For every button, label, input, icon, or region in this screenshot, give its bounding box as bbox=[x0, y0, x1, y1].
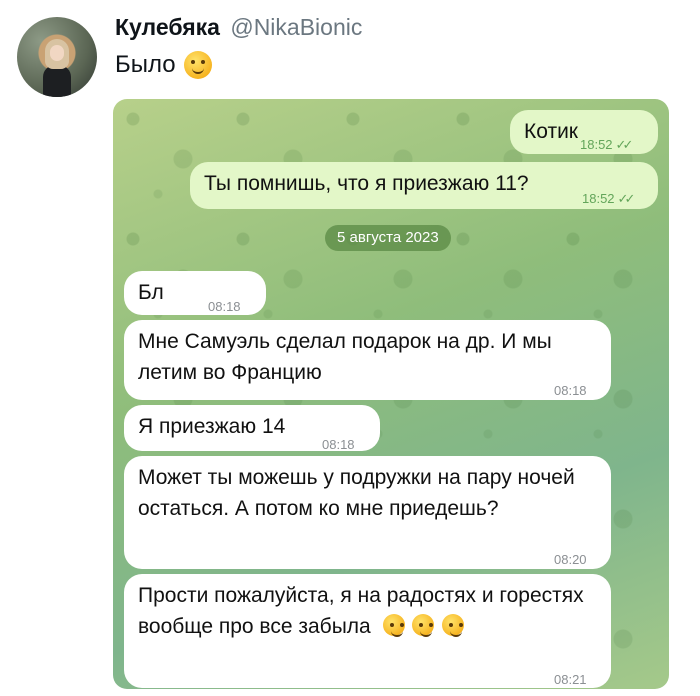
chat-screenshot: Котик 18:52 ✓✓ Ты помнишь, что я приезжаю… bbox=[113, 99, 669, 689]
weary-face-emoji-icon bbox=[412, 614, 435, 637]
message-bubble-incoming[interactable]: Я приезжаю 14 08:18 bbox=[124, 405, 380, 452]
display-name[interactable]: Кулебяка bbox=[115, 14, 220, 40]
tweet-header: Кулебяка @NikaBionic Было bbox=[0, 0, 700, 100]
message-bubble-outgoing[interactable]: Котик 18:52 ✓✓ bbox=[510, 110, 658, 154]
message-text: Бл bbox=[138, 281, 164, 304]
message-time: 08:20 bbox=[554, 552, 587, 567]
melting-face-emoji-icon bbox=[183, 51, 212, 79]
message-time: 08:18 bbox=[208, 299, 241, 314]
message-text: Прости пожалуйста, я на радостях и горес… bbox=[138, 584, 584, 638]
message-time: 18:52 ✓✓ bbox=[580, 129, 634, 160]
avatar-figure bbox=[43, 65, 71, 97]
message-text: Котик bbox=[524, 120, 578, 143]
double-check-icon: ✓✓ bbox=[615, 137, 634, 152]
message-text: Может ты можешь у подружки на пару ночей… bbox=[138, 466, 575, 520]
message-time: 08:21 bbox=[554, 672, 587, 687]
message-bubble-incoming[interactable]: Прости пожалуйста, я на радостях и горес… bbox=[124, 574, 611, 688]
message-bubble-incoming[interactable]: Может ты можешь у подружки на пару ночей… bbox=[124, 456, 611, 569]
message-bubble-outgoing[interactable]: Ты помнишь, что я приезжаю 11? 18:52 ✓✓ bbox=[190, 162, 658, 209]
tweet-text: Было bbox=[115, 51, 212, 79]
message-time: 18:52 ✓✓ bbox=[582, 183, 636, 214]
message-bubble-incoming[interactable]: Мне Самуэль сделал подарок на др. И мы л… bbox=[124, 320, 611, 400]
double-check-icon: ✓✓ bbox=[617, 191, 636, 206]
user-handle[interactable]: @NikaBionic bbox=[230, 14, 362, 40]
tweet-text-label: Было bbox=[115, 51, 176, 78]
message-time: 08:18 bbox=[554, 383, 587, 398]
avatar[interactable] bbox=[17, 17, 97, 97]
date-separator: 5 августа 2023 bbox=[325, 225, 451, 251]
message-text: Я приезжаю 14 bbox=[138, 415, 286, 438]
confounded-face-emoji-icon bbox=[382, 614, 405, 637]
avatar-face bbox=[50, 45, 64, 61]
message-text: Мне Самуэль сделал подарок на др. И мы л… bbox=[138, 330, 552, 384]
tired-face-emoji-icon bbox=[442, 614, 465, 637]
message-bubble-incoming[interactable]: Бл 08:18 bbox=[124, 271, 266, 315]
author-row: Кулебяка @NikaBionic bbox=[115, 14, 362, 41]
message-text: Ты помнишь, что я приезжаю 11? bbox=[204, 172, 529, 195]
